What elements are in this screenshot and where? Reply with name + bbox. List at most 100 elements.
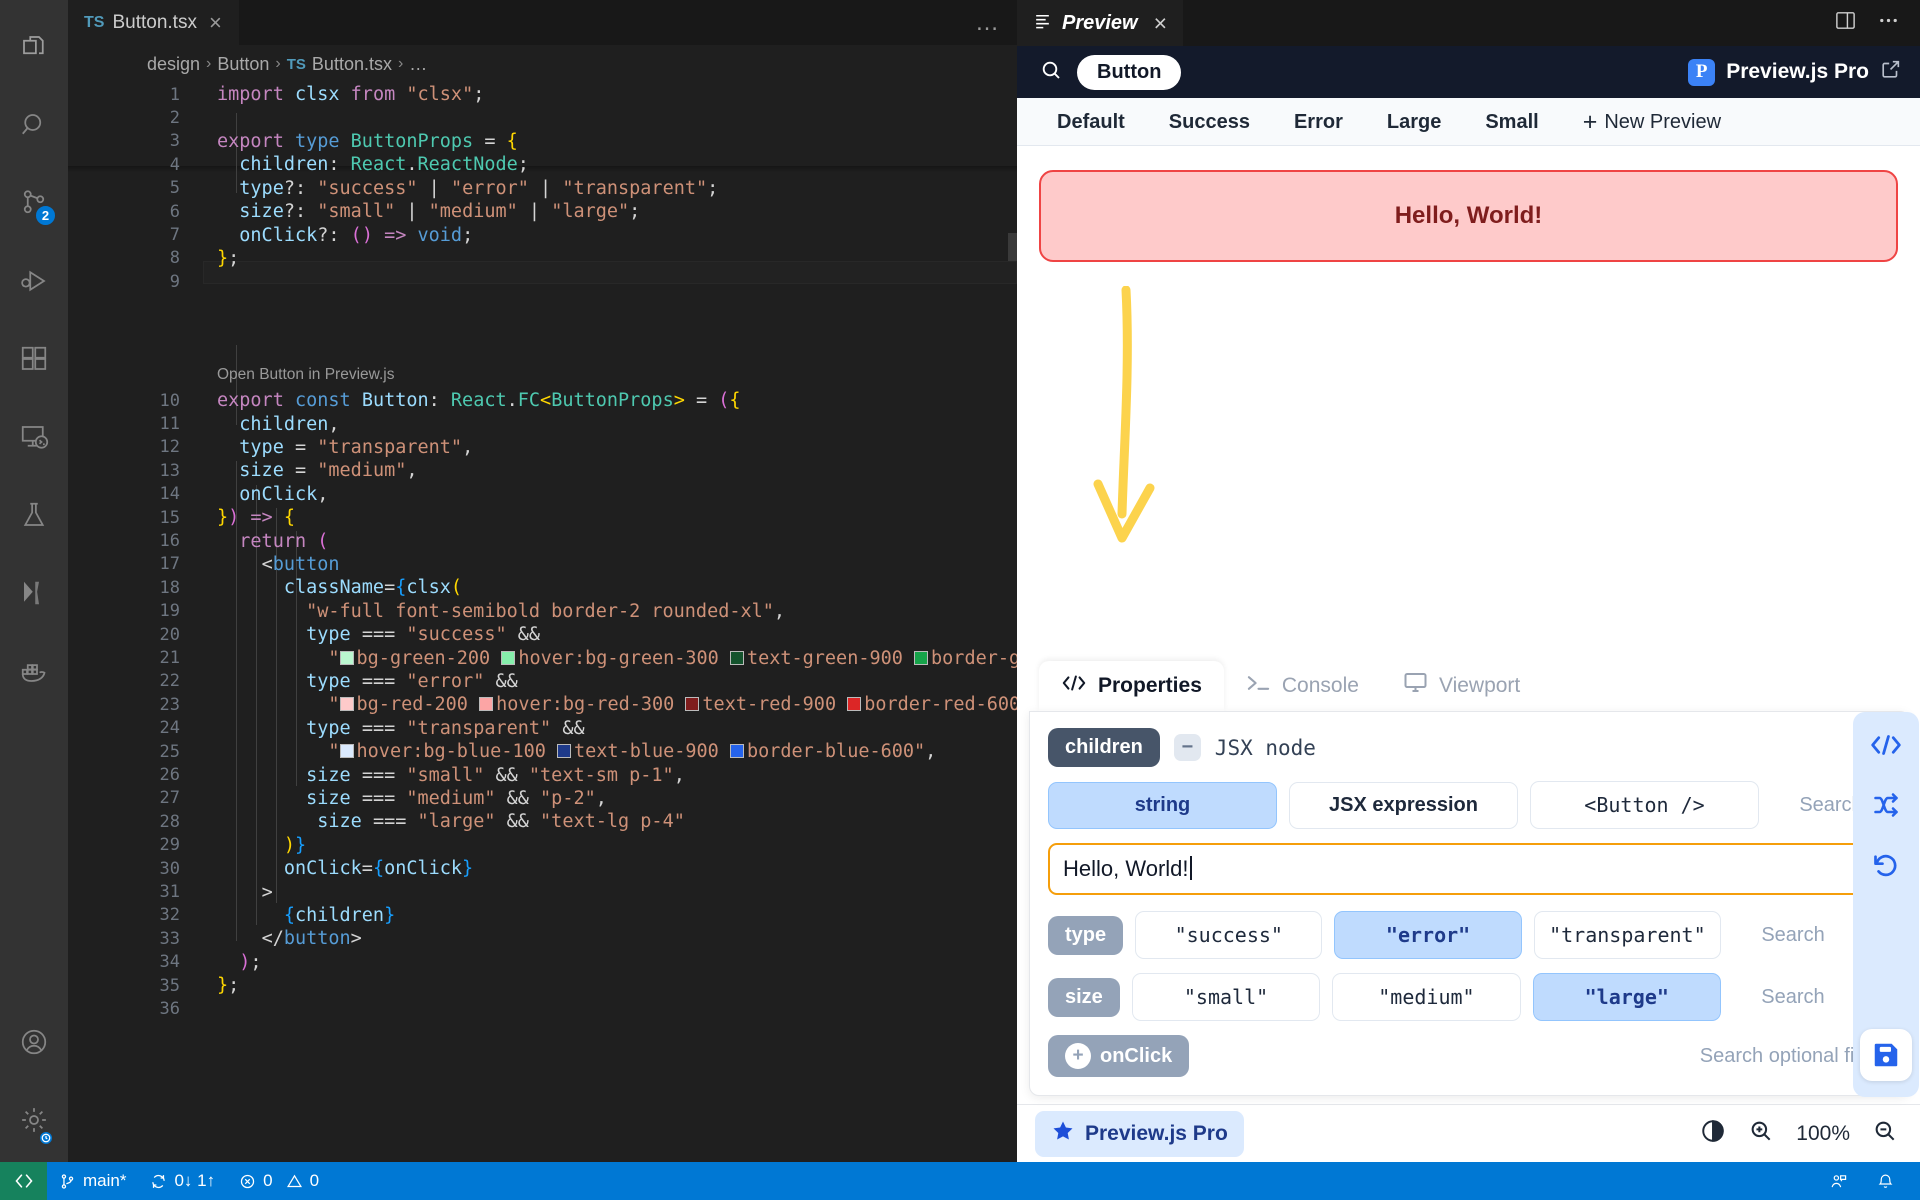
reset-icon[interactable] bbox=[1870, 852, 1902, 885]
run-and-debug-icon[interactable] bbox=[0, 242, 68, 320]
status-sync[interactable]: 0↓ 1↑ bbox=[138, 1162, 227, 1200]
line-number: 31 bbox=[159, 882, 180, 903]
code-line-11: children, bbox=[239, 413, 340, 435]
option-type-transparent[interactable]: "transparent" bbox=[1533, 911, 1722, 959]
testing-icon[interactable] bbox=[0, 476, 68, 554]
preview-variant-large[interactable]: Large bbox=[1365, 98, 1463, 146]
feedback-icon[interactable] bbox=[1818, 1162, 1859, 1200]
type-search-label[interactable]: Search bbox=[1733, 924, 1853, 947]
contrast-icon[interactable] bbox=[1700, 1118, 1726, 1149]
code-line-3: export type ButtonProps = { bbox=[217, 130, 518, 152]
code-line-20: type === "success" && bbox=[306, 624, 541, 646]
children-value-input[interactable]: Hello, World! bbox=[1048, 843, 1891, 895]
open-external-icon[interactable] bbox=[1880, 58, 1902, 86]
prop-key-size[interactable]: size bbox=[1048, 977, 1120, 1017]
tab-console[interactable]: Console bbox=[1224, 661, 1381, 711]
preview-variant-small[interactable]: Small bbox=[1463, 98, 1560, 146]
option-size-small[interactable]: "small" bbox=[1131, 973, 1321, 1021]
breadcrumb-item-file[interactable]: Button.tsx bbox=[312, 54, 392, 75]
extensions-icon[interactable] bbox=[0, 320, 68, 398]
settings-gear-icon[interactable] bbox=[0, 1084, 68, 1162]
breadcrumb-item-button[interactable]: Button bbox=[217, 54, 269, 75]
prop-key-type[interactable]: type bbox=[1048, 915, 1124, 955]
save-button[interactable] bbox=[1860, 1029, 1912, 1081]
code-line-5: type?: "success" | "error" | "transparen… bbox=[239, 177, 719, 199]
color-swatch-hover-bg-red-300 bbox=[479, 697, 494, 712]
preview-bottombar: Preview.js Pro 100% bbox=[1017, 1104, 1920, 1162]
line-number: 13 bbox=[159, 460, 180, 481]
typescript-file-icon: TS bbox=[286, 55, 306, 73]
size-prop-row: size "small" "medium" "large" Search × bbox=[1048, 973, 1891, 1021]
zoom-in-icon[interactable] bbox=[1748, 1118, 1774, 1149]
breadcrumb-item-design[interactable]: design bbox=[147, 54, 200, 75]
tab-properties[interactable]: Properties bbox=[1039, 661, 1224, 711]
source-control-icon[interactable]: 2 bbox=[0, 164, 68, 242]
code-line-8: }; bbox=[217, 247, 240, 269]
properties-panel: Properties Console Viewport children − J… bbox=[1029, 660, 1919, 1097]
preview-bottom-actions: 100% bbox=[1700, 1118, 1898, 1149]
breadcrumb-item-symbol[interactable]: … bbox=[409, 54, 427, 75]
shuffle-icon[interactable] bbox=[1870, 791, 1902, 824]
search-icon[interactable] bbox=[1039, 58, 1063, 87]
status-right-group bbox=[1818, 1162, 1920, 1200]
component-search-input[interactable]: Button bbox=[1077, 54, 1182, 90]
line-number: 10 bbox=[159, 390, 180, 411]
code-line-29: )} bbox=[283, 834, 307, 856]
prop-key-children[interactable]: children bbox=[1048, 728, 1160, 767]
size-search-label[interactable]: Search bbox=[1733, 986, 1853, 1009]
line-number: 36 bbox=[159, 999, 180, 1020]
code-line-26: size === "small" && "text-sm p-1", bbox=[306, 764, 685, 786]
code-tags-icon[interactable] bbox=[1869, 732, 1903, 763]
remote-window-icon[interactable] bbox=[0, 1162, 47, 1200]
close-icon[interactable]: × bbox=[205, 11, 226, 34]
option-button-component[interactable]: <Button /> bbox=[1530, 781, 1759, 829]
option-string[interactable]: string bbox=[1048, 781, 1277, 829]
new-preview-button[interactable]: + New Preview bbox=[1561, 98, 1743, 146]
more-actions-icon[interactable] bbox=[1877, 9, 1900, 37]
docker-icon[interactable] bbox=[0, 632, 68, 710]
option-size-medium[interactable]: "medium" bbox=[1332, 973, 1521, 1021]
line-number: 16 bbox=[159, 531, 180, 552]
code-line-27: size === "medium" && "p-2", bbox=[306, 787, 607, 809]
chevron-right-icon: › bbox=[275, 55, 281, 72]
line-number: 28 bbox=[159, 811, 180, 832]
remote-explorer-icon[interactable] bbox=[0, 398, 68, 476]
rendered-button-preview[interactable]: Hello, World! bbox=[1039, 170, 1898, 262]
explorer-icon[interactable] bbox=[0, 8, 68, 86]
tab-viewport[interactable]: Viewport bbox=[1381, 660, 1542, 711]
option-type-error[interactable]: "error" bbox=[1334, 911, 1522, 959]
preview-tab[interactable]: Preview × bbox=[1017, 0, 1184, 46]
status-problems[interactable]: 0 0 bbox=[227, 1162, 331, 1200]
line-number: 3 bbox=[169, 131, 180, 152]
accounts-icon[interactable] bbox=[0, 1006, 68, 1084]
code-editor[interactable]: 1 import clsx from "clsx"; 2 3 export ty… bbox=[68, 83, 1017, 1162]
bell-icon[interactable] bbox=[1865, 1162, 1906, 1200]
preview-variant-success[interactable]: Success bbox=[1147, 98, 1272, 146]
color-swatch-text-green-900 bbox=[729, 650, 744, 665]
add-onclick-button[interactable]: + onClick bbox=[1048, 1035, 1190, 1077]
chevron-right-icon: › bbox=[397, 55, 404, 72]
codelens-open-in-previewjs[interactable]: Open Button in Preview.js bbox=[217, 366, 395, 384]
previewjs-pro-label: Preview.js Pro bbox=[1726, 60, 1869, 83]
status-branch[interactable]: main* bbox=[47, 1162, 138, 1200]
code-line-4: children: React.ReactNode; bbox=[239, 154, 529, 176]
collapse-icon[interactable]: − bbox=[1173, 734, 1201, 761]
editor-more-actions-icon[interactable]: … bbox=[975, 0, 1017, 45]
preview-variant-error[interactable]: Error bbox=[1272, 98, 1365, 146]
code-line-19: "w-full font-semibold border-2 rounded-x… bbox=[306, 600, 786, 622]
zoom-out-icon[interactable] bbox=[1872, 1118, 1898, 1149]
split-editor-icon[interactable] bbox=[1834, 9, 1857, 37]
monitor-icon bbox=[1403, 672, 1428, 699]
preview-js-icon[interactable] bbox=[0, 554, 68, 632]
preview-variant-default[interactable]: Default bbox=[1035, 98, 1147, 146]
previewjs-pro-button[interactable]: Preview.js Pro bbox=[1035, 1110, 1244, 1157]
option-size-large[interactable]: "large" bbox=[1532, 973, 1721, 1021]
option-jsx-expression[interactable]: JSX expression bbox=[1289, 781, 1518, 829]
code-line-14: onClick, bbox=[239, 483, 329, 505]
close-icon[interactable]: × bbox=[1148, 10, 1167, 37]
editor-tab-button-tsx[interactable]: TS Button.tsx × bbox=[68, 0, 239, 45]
color-swatch-border-red-600 bbox=[847, 697, 862, 712]
search-icon[interactable] bbox=[0, 86, 68, 164]
option-type-success[interactable]: "success" bbox=[1135, 911, 1323, 959]
previewjs-logo-icon: P bbox=[1688, 58, 1716, 86]
